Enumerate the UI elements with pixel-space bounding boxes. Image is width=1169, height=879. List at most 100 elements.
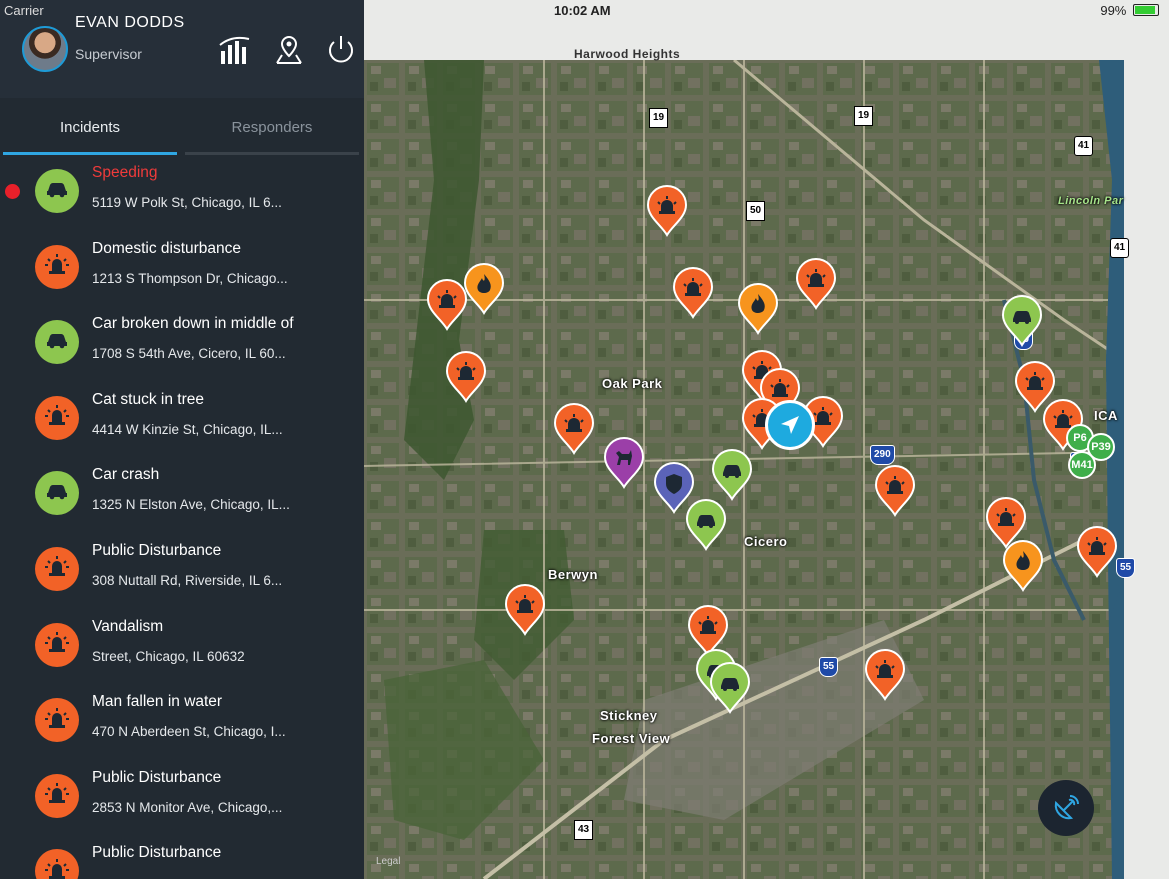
place-label-berwyn: Berwyn — [548, 567, 598, 582]
car-icon — [44, 331, 70, 354]
incident-address: 1325 N Elston Ave, Chicago, IL... — [92, 497, 290, 513]
incident-address: 2853 N Monitor Ave, Chicago,... — [92, 799, 283, 815]
police-incident-marker[interactable] — [874, 465, 916, 522]
fire-incident-marker[interactable] — [463, 263, 505, 320]
unread-indicator — [5, 184, 20, 199]
legal-link[interactable]: Legal — [376, 856, 400, 867]
sidebar-tabs: Incidents Responders — [0, 104, 364, 155]
incident-title: Cat stuck in tree — [92, 390, 204, 408]
highway-shield: 41 — [1074, 136, 1094, 156]
car-icon — [44, 482, 70, 505]
incident-type-badge — [35, 395, 79, 440]
incident-list-item[interactable]: Man fallen in water 470 N Aberdeen St, Ch… — [0, 683, 364, 759]
incident-list-item[interactable]: Public Disturbance 2853 N Monitor Ave, Ch… — [0, 759, 364, 835]
police-incident-marker[interactable] — [445, 351, 487, 408]
profile-header: EVAN DODDS Supervisor — [0, 0, 364, 98]
incident-title: Car crash — [92, 466, 160, 484]
incident-list-item[interactable]: Vandalism Street, Chicago, IL 60632 — [0, 608, 364, 684]
place-label-lincoln-park: Lincoln Par — [1058, 195, 1124, 207]
police-incident-marker[interactable] — [646, 185, 688, 242]
navigation-arrow-icon — [781, 416, 799, 434]
map-tile-strip-right — [1124, 60, 1169, 879]
police-incident-marker[interactable] — [864, 649, 906, 706]
incident-title: Public Disturbance — [92, 541, 222, 559]
highway-shield: 55 — [819, 657, 839, 677]
satellite-dish-icon — [1054, 795, 1079, 820]
incident-title: Speeding — [92, 164, 158, 181]
incident-address: 4414 W Kinzie St, Chicago, IL... — [92, 421, 283, 437]
responder-badge[interactable]: M41 — [1068, 451, 1096, 479]
incident-list-item[interactable]: Public Disturbance — [0, 834, 364, 879]
incident-list-item[interactable]: Car broken down in middle of 1708 S 54th … — [0, 305, 364, 381]
highway-shield: 50 — [746, 201, 766, 221]
incident-address: 1708 S 54th Ave, Cicero, IL 60... — [92, 346, 286, 362]
incident-type-badge — [35, 244, 79, 289]
map-marker-icon[interactable] — [272, 33, 306, 67]
place-label-chicago: ICA — [1094, 408, 1118, 423]
map-tile-strip — [364, 0, 1169, 60]
police-incident-marker[interactable] — [426, 279, 468, 336]
police-incident-marker[interactable] — [795, 258, 837, 315]
incident-list-item[interactable]: Car crash 1325 N Elston Ave, Chicago, IL.… — [0, 456, 364, 532]
incident-type-badge — [35, 169, 79, 213]
highway-shield: 19 — [649, 108, 669, 128]
incident-title: Public Disturbance — [92, 844, 222, 862]
siren-icon — [44, 858, 70, 879]
incident-title: Vandalism — [92, 617, 164, 635]
avatar[interactable] — [22, 26, 68, 72]
fire-incident-marker[interactable] — [1002, 540, 1044, 597]
user-name: EVAN DODDS — [75, 14, 185, 31]
incident-title: Car broken down in middle of — [92, 315, 294, 333]
incident-title: Public Disturbance — [92, 768, 222, 786]
incident-list-item[interactable]: Speeding 5119 W Polk St, Chicago, IL 6... — [0, 154, 364, 230]
traffic-incident-marker[interactable] — [685, 499, 727, 556]
highway-shield: 43 — [574, 820, 594, 840]
highway-shield: 19 — [854, 106, 874, 126]
incident-type-badge — [35, 471, 79, 516]
fire-incident-marker[interactable] — [737, 283, 779, 340]
traffic-incident-marker[interactable] — [709, 662, 751, 719]
traffic-incident-marker[interactable] — [1001, 295, 1043, 352]
tab-responders[interactable]: Responders — [185, 104, 359, 155]
incident-list-item[interactable]: Public Disturbance 308 Nuttall Rd, Rivers… — [0, 532, 364, 608]
siren-icon — [44, 707, 70, 734]
animal-incident-marker[interactable] — [603, 437, 645, 494]
map-view[interactable]: Harwood Heights Oak Park Cicero Berwyn S… — [364, 0, 1169, 879]
incident-address: Street, Chicago, IL 60632 — [92, 648, 245, 664]
power-icon[interactable] — [324, 33, 358, 67]
highway-shield: 41 — [1110, 238, 1130, 258]
police-incident-marker[interactable] — [504, 584, 546, 641]
traffic-incident-marker[interactable] — [711, 449, 753, 506]
incident-sidebar: EVAN DODDS Supervisor Incidents Responde… — [0, 0, 364, 879]
siren-icon — [44, 404, 70, 431]
siren-icon — [44, 253, 70, 280]
car-icon — [44, 180, 70, 203]
incident-type-badge — [35, 773, 79, 818]
highway-shield: 55 — [1116, 558, 1136, 578]
incident-address: 470 N Aberdeen St, Chicago, I... — [92, 724, 286, 740]
current-location-marker[interactable] — [765, 400, 815, 450]
place-label-stickney: Stickney — [600, 708, 658, 723]
incident-type-badge — [35, 622, 79, 667]
police-incident-marker[interactable] — [1076, 526, 1118, 583]
siren-icon — [44, 782, 70, 809]
incident-title: Domestic disturbance — [92, 239, 242, 257]
siren-icon — [44, 555, 70, 582]
police-incident-marker[interactable] — [672, 267, 714, 324]
place-label-forest-view: Forest View — [592, 731, 671, 746]
user-role: Supervisor — [75, 46, 142, 62]
place-label-harwood: Harwood Heights — [574, 47, 681, 61]
incident-list-item[interactable]: Cat stuck in tree 4414 W Kinzie St, Chica… — [0, 381, 364, 457]
place-label-cicero: Cicero — [744, 534, 788, 549]
police-incident-marker[interactable] — [553, 403, 595, 460]
map-tracking-button[interactable] — [1038, 780, 1094, 836]
incident-list-item[interactable]: Domestic disturbance 1213 S Thompson Dr, … — [0, 230, 364, 306]
incident-title: Man fallen in water — [92, 693, 223, 711]
analytics-icon[interactable] — [218, 33, 252, 67]
tab-incidents[interactable]: Incidents — [3, 104, 177, 155]
incident-address: 1213 S Thompson Dr, Chicago... — [92, 270, 288, 286]
incident-address: 5119 W Polk St, Chicago, IL 6... — [92, 195, 282, 210]
highway-shield: 290 — [870, 445, 895, 465]
incident-type-badge — [35, 546, 79, 591]
incident-type-badge — [35, 320, 79, 365]
